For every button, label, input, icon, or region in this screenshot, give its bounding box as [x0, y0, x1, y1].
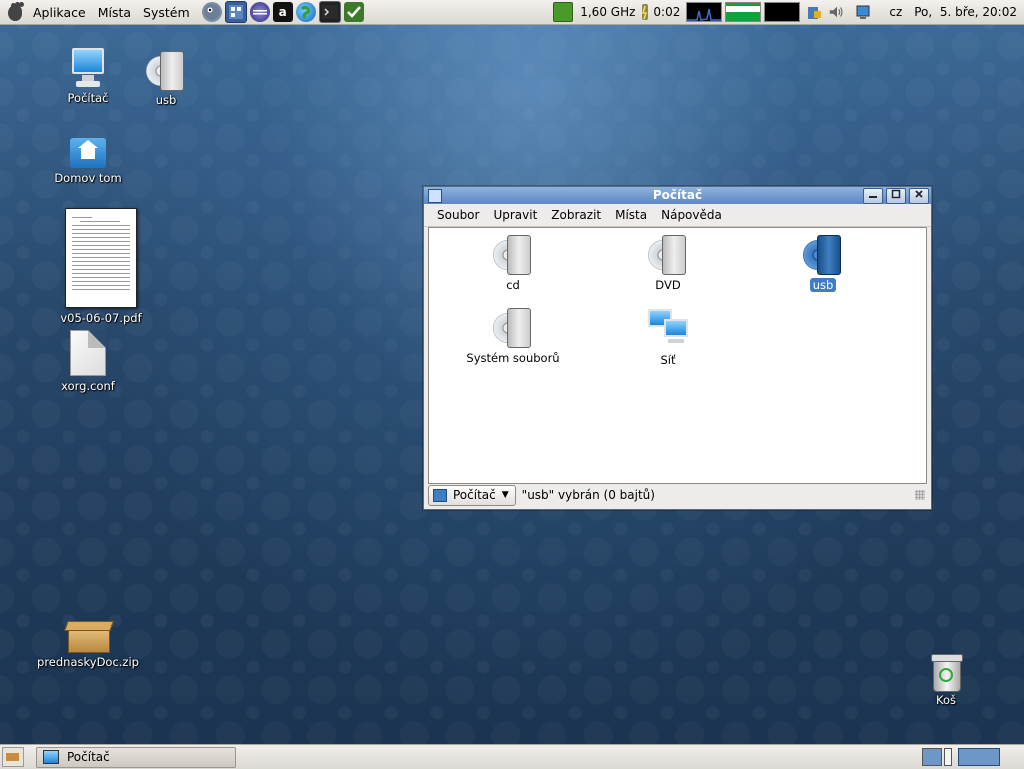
minimize-button[interactable] [863, 188, 883, 204]
computer-icon [43, 750, 59, 764]
web-browser-icon[interactable] [295, 2, 316, 22]
cpu-frequency-label: 1,60 GHz [580, 5, 636, 19]
usb-drive-icon [803, 234, 843, 275]
window-menu-icon[interactable] [428, 189, 442, 203]
computer-icon [72, 48, 104, 88]
computer-icon [433, 488, 447, 502]
menu-places[interactable]: Místa [608, 208, 654, 222]
lock-icon[interactable] [805, 3, 823, 21]
file-item-cd[interactable]: cd [443, 228, 583, 292]
desktop-icon-label: xorg.conf [61, 379, 115, 393]
desktop-icon-xorg[interactable]: xorg.conf [33, 330, 143, 393]
resize-grip[interactable] [915, 490, 925, 500]
clock[interactable]: Po, 5. bře, 20:02 [911, 5, 1020, 19]
menu-applications[interactable]: Aplikace [27, 5, 92, 20]
keyboard-layout[interactable]: cz [886, 5, 905, 19]
menu-file[interactable]: Soubor [430, 208, 486, 222]
cpu-load-graph[interactable] [686, 2, 723, 22]
menu-help[interactable]: Nápověda [654, 208, 729, 222]
desktop-icon-trash[interactable]: Koš [891, 652, 1001, 707]
desktop-icon-pdf[interactable]: v05-06-07.pdf [46, 208, 156, 325]
network-monitor-icon[interactable] [854, 3, 872, 21]
wallpaper-icon[interactable] [224, 1, 247, 23]
filesystem-icon [493, 307, 533, 348]
terminal-icon[interactable] [318, 1, 341, 23]
status-text: "usb" vybrán (0 bajtů) [521, 488, 655, 502]
menu-view[interactable]: Zobrazit [544, 208, 608, 222]
pdf-thumbnail-icon [65, 208, 137, 308]
close-button[interactable] [909, 188, 929, 204]
workspace-1[interactable] [922, 748, 942, 766]
desktop-icon-zip[interactable]: prednaskyDoc.zip [33, 618, 143, 669]
desktop-icon-label: Koš [936, 693, 956, 707]
file-item-usb[interactable]: usb [753, 228, 893, 292]
show-desktop-button[interactable] [2, 747, 24, 767]
gimp-icon[interactable] [201, 2, 222, 22]
bottom-panel: Počítač [0, 744, 1024, 769]
file-item-filesystem[interactable]: Systém souborů [443, 301, 583, 365]
top-panel: Aplikace Místa Systém a 1,60 GHz 0:02 cz… [0, 0, 1024, 25]
menu-places[interactable]: Místa [92, 5, 137, 20]
maximize-button[interactable] [886, 188, 906, 204]
home-folder-icon [70, 136, 106, 168]
memory-graph[interactable] [725, 2, 762, 22]
menu-edit[interactable]: Upravit [486, 208, 544, 222]
desktop-icon-label: Počítač [67, 91, 109, 105]
desktop-icon-label: Domov tom [54, 171, 122, 185]
window-statusbar: Počítač ▼ "usb" vybrán (0 bajtů) [428, 484, 925, 506]
taskbar-button-computer[interactable]: Počítač [36, 746, 236, 768]
text-document-icon [70, 330, 106, 376]
window-title: Počítač [652, 188, 703, 202]
eclipse-icon[interactable] [249, 2, 270, 22]
file-item-label: usb [809, 278, 837, 292]
desktop-icon-label: prednaskyDoc.zip [37, 655, 139, 669]
workspace-2[interactable] [944, 748, 952, 766]
file-view[interactable]: cd DVD usb Systém souborů Síť [428, 227, 927, 484]
check-icon[interactable] [343, 2, 364, 22]
file-item-label: cd [506, 278, 520, 292]
computer-window: Počítač Soubor Upravit Zobrazit Místa Ná… [423, 186, 932, 510]
menu-system[interactable]: Systém [137, 5, 196, 20]
taskbar-button-label: Počítač [67, 750, 110, 764]
window-menubar: Soubor Upravit Zobrazit Místa Nápověda [424, 204, 931, 227]
location-label: Počítač [453, 488, 496, 502]
window-titlebar[interactable]: Počítač [424, 187, 931, 204]
chevron-down-icon: ▼ [501, 490, 509, 500]
desktop-icon-home[interactable]: Domov tom [33, 136, 143, 185]
volume-icon[interactable] [828, 3, 846, 21]
amarok-icon[interactable]: a [272, 2, 293, 22]
usb-drive-icon [146, 50, 186, 91]
system-tray: 1,60 GHz 0:02 cz Po, 5. bře, 20:02 [553, 0, 1024, 24]
file-item-network[interactable]: Síť [598, 301, 738, 367]
workspace-3[interactable] [958, 748, 1000, 766]
archive-icon [64, 618, 114, 653]
network-graph[interactable] [764, 2, 801, 22]
battery-time: 0:02 [653, 5, 681, 19]
file-item-dvd[interactable]: DVD [598, 228, 738, 292]
file-item-label: Síť [660, 353, 676, 367]
gnome-foot-icon[interactable] [5, 2, 27, 22]
battery-icon[interactable] [640, 3, 650, 21]
workspace-switcher [920, 748, 1000, 766]
desktop-icon-label: usb [155, 93, 177, 107]
desktop-icon-label: v05-06-07.pdf [60, 311, 142, 325]
desktop-icon-usb[interactable]: usb [111, 50, 221, 107]
location-dropdown[interactable]: Počítač ▼ [428, 484, 516, 506]
network-icon [646, 307, 690, 349]
cpu-frequency-icon[interactable] [553, 2, 574, 22]
cd-drive-icon [493, 234, 533, 275]
trash-icon [931, 652, 963, 692]
file-item-label: DVD [655, 278, 681, 292]
file-item-label: Systém souborů [466, 351, 560, 365]
dvd-drive-icon [648, 234, 688, 275]
